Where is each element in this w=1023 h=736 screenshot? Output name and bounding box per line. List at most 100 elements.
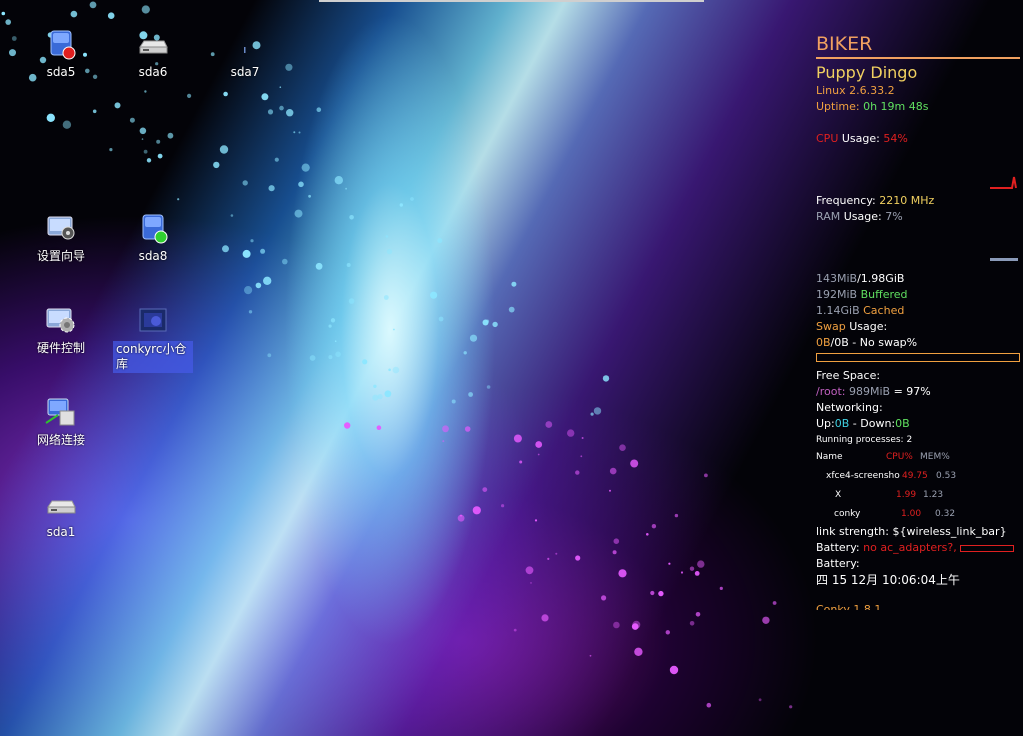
desktop-icon-label: sda5 — [46, 65, 76, 79]
bokeh-dot — [706, 702, 712, 708]
proc-cpu-header: CPU% — [886, 452, 913, 462]
bokeh-dot — [665, 630, 670, 635]
root-percent: = 97% — [893, 385, 931, 398]
bokeh-dot — [315, 262, 323, 270]
bokeh-dot — [345, 187, 347, 190]
bokeh-dot — [619, 444, 626, 452]
bokeh-dot — [695, 612, 701, 617]
bokeh-dot — [377, 394, 383, 400]
proc-name: X — [835, 490, 842, 500]
bokeh-dot — [294, 209, 303, 218]
proc-mem-header: MEM% — [920, 452, 950, 462]
ram-label: RAM — [816, 210, 841, 223]
desktop-icon-network-connection[interactable]: 网络连接 — [21, 395, 101, 448]
bokeh-dot — [634, 647, 643, 656]
bokeh-dot — [279, 105, 284, 111]
bokeh-dot — [508, 306, 515, 313]
bokeh-dot — [689, 621, 695, 626]
bokeh-dot — [223, 91, 228, 97]
cpu-usage-value: 54% — [883, 132, 908, 145]
bokeh-dot — [469, 334, 478, 342]
conky-frequency: Frequency: 2210 MHz — [816, 193, 1020, 209]
bokeh-dot — [46, 113, 55, 123]
bokeh-dot — [248, 310, 253, 314]
cached-value: 1.14GiB — [816, 304, 860, 317]
bokeh-dot — [511, 281, 517, 287]
proc-mem: 0.32 — [935, 509, 956, 519]
bokeh-dot — [697, 560, 705, 568]
mem-used-value: 143MiB — [816, 272, 858, 285]
desktop-icon-hardware-control[interactable]: 硬件控制 — [21, 303, 101, 356]
battery-bar — [960, 544, 1015, 552]
bokeh-dot — [541, 614, 549, 622]
desktop-icon-sda5[interactable]: sda5 — [21, 27, 101, 80]
process-header: Name CPU% MEM% — [816, 448, 1020, 467]
bokeh-dot — [581, 437, 584, 439]
process-row: conky 1.00 0.32 — [816, 505, 1020, 524]
bokeh-dot — [618, 569, 627, 578]
desktop-icon-sda1[interactable]: sda1 — [21, 487, 101, 540]
frequency-label: Frequency: — [816, 194, 876, 207]
desktop-icon-sda7[interactable]: sda7 — [205, 27, 285, 80]
bokeh-dot — [451, 399, 456, 404]
bokeh-dot — [547, 557, 550, 561]
bokeh-dot — [141, 5, 150, 14]
bokeh-dot — [501, 504, 505, 508]
desktop-icon-sda8[interactable]: sda8 — [113, 211, 193, 264]
conky-battery: Battery: no ac_adapters?, — [816, 540, 1020, 556]
bokeh-dot — [609, 489, 611, 492]
bokeh-dot — [530, 582, 532, 584]
up-value: 0B — [834, 417, 850, 430]
conky-swap-values: 0B/0B - No swap% — [816, 335, 1020, 351]
bokeh-dot — [650, 590, 655, 596]
bokeh-dot — [156, 139, 161, 144]
bokeh-dot — [279, 86, 282, 88]
conky-swap: Swap Usage: — [816, 319, 1020, 335]
bokeh-dot — [286, 109, 294, 117]
conky-root-space: /root: 989MiB = 97% — [816, 384, 1020, 400]
bokeh-dot — [613, 621, 620, 629]
bokeh-dot — [282, 258, 288, 265]
bokeh-dot — [344, 422, 351, 429]
hard-drive-icon — [139, 40, 168, 54]
battery-label: Battery: — [816, 541, 860, 554]
swap-label: Swap — [816, 320, 846, 333]
bokeh-dot — [437, 238, 443, 244]
ram-usage-value: 7% — [885, 210, 903, 223]
conky-cached: 1.14GiB Cached — [816, 303, 1020, 319]
bokeh-dot — [393, 328, 395, 331]
bokeh-dot — [250, 239, 254, 243]
bokeh-dot — [601, 595, 607, 601]
bokeh-dot — [758, 698, 762, 702]
bokeh-dot — [187, 93, 192, 98]
title-divider — [816, 57, 1020, 59]
bokeh-dot — [535, 441, 543, 448]
bokeh-dot — [349, 215, 354, 220]
bokeh-dot — [89, 1, 97, 9]
conky-uptime: Uptime: 0h 19m 48s — [816, 99, 1020, 115]
cached-label: Cached — [863, 304, 905, 317]
bokeh-dot — [646, 533, 649, 536]
conky-free-space-label: Free Space: — [816, 369, 881, 382]
ram-graph — [816, 225, 1020, 271]
bokeh-dot — [694, 571, 700, 576]
bokeh-dot — [680, 571, 684, 574]
bokeh-dot — [330, 318, 336, 323]
drive-unmounted-icon — [50, 30, 76, 60]
conky-buffered: 192MiB Buffered — [816, 287, 1020, 303]
bokeh-dot — [593, 407, 602, 415]
desktop-icon-sda6[interactable]: sda6 — [113, 27, 193, 80]
battery-value: no ac_adapters?, — [863, 541, 957, 554]
bokeh-dot — [293, 131, 296, 134]
bokeh-dot — [392, 366, 400, 374]
bokeh-dot — [242, 249, 251, 258]
hard-drive-icon — [47, 500, 76, 514]
desktop-icon-conkyrc-repo[interactable]: conkyrc小仓库 — [113, 303, 193, 373]
bokeh-dot — [1, 11, 6, 16]
bokeh-dot — [230, 214, 234, 217]
bokeh-dot — [704, 473, 708, 478]
bokeh-dot — [167, 132, 174, 139]
bokeh-dot — [334, 176, 343, 185]
desktop-icon-label: sda7 — [230, 65, 260, 79]
desktop-icon-setup-wizard[interactable]: 设置向导 — [21, 211, 101, 264]
